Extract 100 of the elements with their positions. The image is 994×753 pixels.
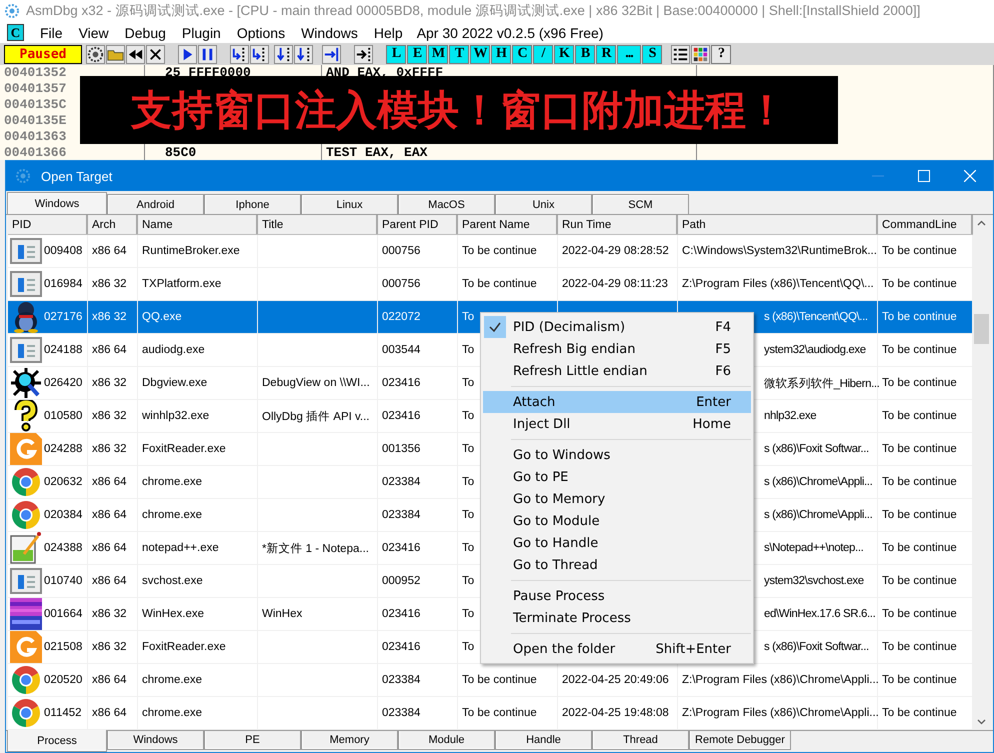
table-cell: DebugView on \\WI...: [262, 377, 370, 389]
table-cell: 023416: [382, 641, 420, 653]
table-cell: To: [462, 377, 474, 389]
table-cell: 024288: [44, 443, 82, 455]
table-cell: 011452: [44, 707, 82, 719]
table-cell: Z:\Program Files (x86)\Tencent\QQ\...: [682, 278, 874, 290]
table-cell: 003544: [382, 344, 420, 356]
table-cell: To be continue: [462, 245, 537, 257]
table-cell: audiodg.exe: [142, 344, 205, 356]
table-cell: To: [462, 509, 474, 521]
table-cell: To be continue: [462, 278, 537, 290]
address-text: 00401357: [4, 81, 66, 96]
table-cell: x86 64: [92, 245, 127, 257]
table-cell: x86 32: [92, 377, 127, 389]
table-cell: s (x86)\Chrome\Appli...: [764, 476, 872, 488]
table-cell: To: [462, 641, 474, 653]
table-cell: 2022-04-29 08:11:23: [562, 278, 668, 290]
table-cell: 023416: [382, 410, 420, 422]
table-cell: To: [462, 311, 474, 323]
table-cell: To be continue: [882, 410, 957, 422]
table-cell: Z:\Program Files (x86)\Chrome\Appli...: [682, 674, 879, 686]
table-cell: x86 64: [92, 575, 127, 587]
table-cell: To: [462, 476, 474, 488]
table-cell: x86 64: [92, 476, 127, 488]
table-cell: 023384: [382, 509, 420, 521]
table-cell: x86 32: [92, 443, 127, 455]
table-cell: 016984: [44, 278, 82, 290]
table-cell: RuntimeBroker.exe: [142, 245, 240, 257]
address-text: 0040135C: [4, 97, 66, 112]
table-cell: To be continue: [882, 575, 957, 587]
table-cell: x86 64: [92, 707, 127, 719]
table-cell: x86 32: [92, 608, 127, 620]
table-cell: WinHex.exe: [142, 608, 204, 620]
banner-text: 支持窗口注入模块！窗口附加进程！: [80, 76, 838, 144]
table-cell: svchost.exe: [142, 575, 203, 587]
address-text: 00401366: [4, 145, 66, 160]
table-cell: To be continue: [882, 344, 957, 356]
table-cell: 010740: [44, 575, 82, 587]
table-cell: 001664: [44, 608, 82, 620]
table-cell: To be continue: [882, 278, 957, 290]
table-cell: x86 64: [92, 509, 127, 521]
table-cell: 020520: [44, 674, 82, 686]
table-cell: QQ.exe: [142, 311, 182, 323]
table-cell: To: [462, 542, 474, 554]
table-cell: To be continue: [882, 311, 957, 323]
table-cell: x86 64: [92, 344, 127, 356]
table-cell: 001356: [382, 443, 420, 455]
bytes-text: 85C0: [165, 145, 196, 160]
table-cell: x86 32: [92, 311, 127, 323]
table-cell: To be continue: [882, 377, 957, 389]
table-cell: chrome.exe: [142, 476, 202, 488]
table-cell: 2022-04-29 08:28:52: [562, 245, 669, 257]
table-cell: 009408: [44, 245, 82, 257]
table-cell-text: *新文件 1 - Notepa...: [262, 541, 369, 556]
status-indicator: Paused: [4, 44, 82, 64]
table-cell: To: [462, 443, 474, 455]
table-cell: 024388: [44, 542, 82, 554]
table-cell: To be continue: [882, 443, 957, 455]
table-cell: winhlp32.exe: [142, 410, 210, 422]
table-cell: To be continue: [882, 245, 957, 257]
table-cell: 020632: [44, 476, 82, 488]
logo: C: [7, 24, 24, 41]
table-cell: WinHex: [262, 608, 302, 620]
table-cell: To: [462, 344, 474, 356]
table-cell-text: 微软系列软件_Hibern...: [764, 376, 880, 390]
table-cell: To be continue: [882, 608, 957, 620]
address-text: 00401363: [4, 129, 66, 144]
table-cell: To be continue: [882, 674, 957, 686]
table-cell: 2022-04-25 20:49:06: [562, 674, 669, 686]
table-cell: s (x86)\Tencent\QQ\...: [764, 311, 868, 323]
table-cell: 2022-04-25 19:48:08: [562, 707, 669, 719]
table-cell: FoxitReader.exe: [142, 443, 226, 455]
table-cell: 023416: [382, 608, 420, 620]
table-cell: x86 64: [92, 542, 127, 554]
table-cell: 023384: [382, 476, 420, 488]
table-cell-text: OllyDbg 插件 API v...: [262, 410, 370, 424]
table-cell: FoxitReader.exe: [142, 641, 226, 653]
table-cell: x86 64: [92, 674, 127, 686]
table-cell: 027176: [44, 311, 82, 323]
table-cell: chrome.exe: [142, 707, 202, 719]
table-cell: 022072: [382, 311, 420, 323]
table-cell: x86 32: [92, 278, 127, 290]
table-cell: 026420: [44, 377, 82, 389]
table-cell: 023384: [382, 674, 420, 686]
table-cell: 023384: [382, 707, 420, 719]
table-cell: chrome.exe: [142, 509, 202, 521]
address-text: 0040135E: [4, 113, 66, 128]
table-cell: ystem32\svchost.exe: [764, 575, 864, 587]
table-cell: To be continue: [882, 542, 957, 554]
table-cell: To be continue: [882, 641, 957, 653]
table-cell: s (x86)\Chrome\Appli...: [764, 509, 872, 521]
table-cell: ystem32\audiodg.exe: [764, 344, 866, 356]
table-cell: To be continue: [882, 707, 957, 719]
table-cell: 000952: [382, 575, 420, 587]
address-text: 00401352: [4, 65, 66, 80]
table-cell: 021508: [44, 641, 82, 653]
table-cell: nhlp32.exe: [764, 410, 816, 422]
table-cell: ed\WinHex.17.6 SR.6...: [764, 608, 876, 620]
table-cell: 000756: [382, 278, 420, 290]
dialog-title: Open Target: [41, 168, 114, 184]
